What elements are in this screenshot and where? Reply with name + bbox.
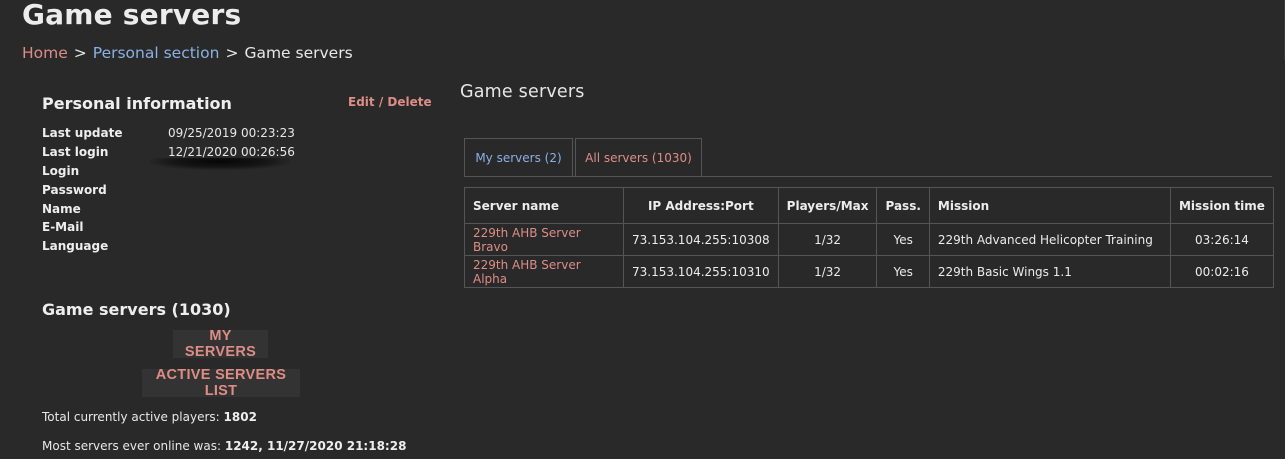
column-header-mission[interactable]: Mission xyxy=(928,187,1171,224)
mission-cell: 229th Advanced Helicopter Training xyxy=(928,223,1171,256)
column-header-server-name[interactable]: Server name xyxy=(464,187,624,224)
server-name-cell: 229th AHB Server Alpha xyxy=(464,255,624,288)
column-header-pass[interactable]: Pass. xyxy=(876,187,930,224)
column-header-mission-time[interactable]: Mission time xyxy=(1169,187,1275,224)
pass-cell: Yes xyxy=(876,223,930,256)
breadcrumb-separator: > xyxy=(73,44,87,62)
info-row-last-update: Last update 09/25/2019 00:23:23 xyxy=(42,124,295,143)
most-online-label: Most servers ever online was: xyxy=(42,439,222,453)
ip-port-cell: 73.153.104.255:10310 xyxy=(623,255,779,288)
personal-info-table: Last update 09/25/2019 00:23:23 Last log… xyxy=(42,124,295,256)
personal-info-heading: Personal information xyxy=(42,94,232,113)
info-label: Password xyxy=(42,182,107,197)
column-header-ip-port[interactable]: IP Address:Port xyxy=(623,187,779,224)
table-header-row: Server name IP Address:Port Players/Max … xyxy=(464,187,1275,224)
breadcrumb: Home > Personal section > Game servers xyxy=(22,44,353,62)
sidebar-servers-heading: Game servers (1030) xyxy=(42,300,231,319)
active-players-label: Total currently active players: xyxy=(42,410,220,424)
mission-cell: 229th Basic Wings 1.1 xyxy=(928,255,1171,288)
mission-time-cell: 03:26:14 xyxy=(1169,223,1275,256)
most-online-stat: Most servers ever online was: 1242, 11/2… xyxy=(42,439,406,453)
info-value: 09/25/2019 00:23:23 xyxy=(168,126,295,141)
ip-port-cell: 73.153.104.255:10308 xyxy=(623,223,779,256)
active-players-stat: Total currently active players: 1802 xyxy=(42,410,257,424)
table-row: 229th AHB Server Alpha 73.153.104.255:10… xyxy=(464,255,1275,288)
column-header-players[interactable]: Players/Max xyxy=(777,187,878,224)
players-cell: 1/32 xyxy=(777,223,878,256)
breadcrumb-separator: > xyxy=(225,44,239,62)
info-row-language: Language xyxy=(42,237,295,256)
breadcrumb-current: Game servers xyxy=(244,44,353,62)
most-online-value: 1242, 11/27/2020 21:18:28 xyxy=(224,439,407,453)
redaction-mark xyxy=(150,158,290,170)
page: Game servers Home > Personal section > Game … xyxy=(0,0,1285,459)
info-row-password: Password xyxy=(42,180,295,199)
server-name-link[interactable]: 229th AHB Server Alpha xyxy=(473,258,581,286)
info-label: Language xyxy=(42,239,109,254)
servers-table: Server name IP Address:Port Players/Max … xyxy=(464,187,1275,288)
pass-cell: Yes xyxy=(876,255,930,288)
info-label: Last update xyxy=(42,126,123,141)
tab-my-servers[interactable]: My servers (2) xyxy=(464,138,573,176)
breadcrumb-home-link[interactable]: Home xyxy=(22,44,68,62)
info-label: E-Mail xyxy=(42,220,84,235)
server-name-cell: 229th AHB Server Bravo xyxy=(464,223,624,256)
info-row-name: Name xyxy=(42,199,295,218)
players-cell: 1/32 xyxy=(777,255,878,288)
active-servers-list-button[interactable]: ACTIVE SERVERS LIST xyxy=(142,367,300,399)
tab-all-servers[interactable]: All servers (1030) xyxy=(575,138,702,176)
server-name-link[interactable]: 229th AHB Server Bravo xyxy=(473,226,581,254)
tabs-underline xyxy=(464,176,1272,177)
info-label: Name xyxy=(42,201,81,216)
table-row: 229th AHB Server Bravo 73.153.104.255:10… xyxy=(464,223,1275,256)
my-servers-button[interactable]: MY SERVERS xyxy=(173,328,268,360)
edit-delete-link[interactable]: Edit / Delete xyxy=(348,95,432,109)
mission-time-cell: 00:02:16 xyxy=(1169,255,1275,288)
active-players-value: 1802 xyxy=(223,410,257,424)
breadcrumb-personal-link[interactable]: Personal section xyxy=(93,44,220,62)
main-heading: Game servers xyxy=(460,82,585,102)
page-title: Game servers xyxy=(22,0,242,31)
info-row-email: E-Mail xyxy=(42,218,295,237)
